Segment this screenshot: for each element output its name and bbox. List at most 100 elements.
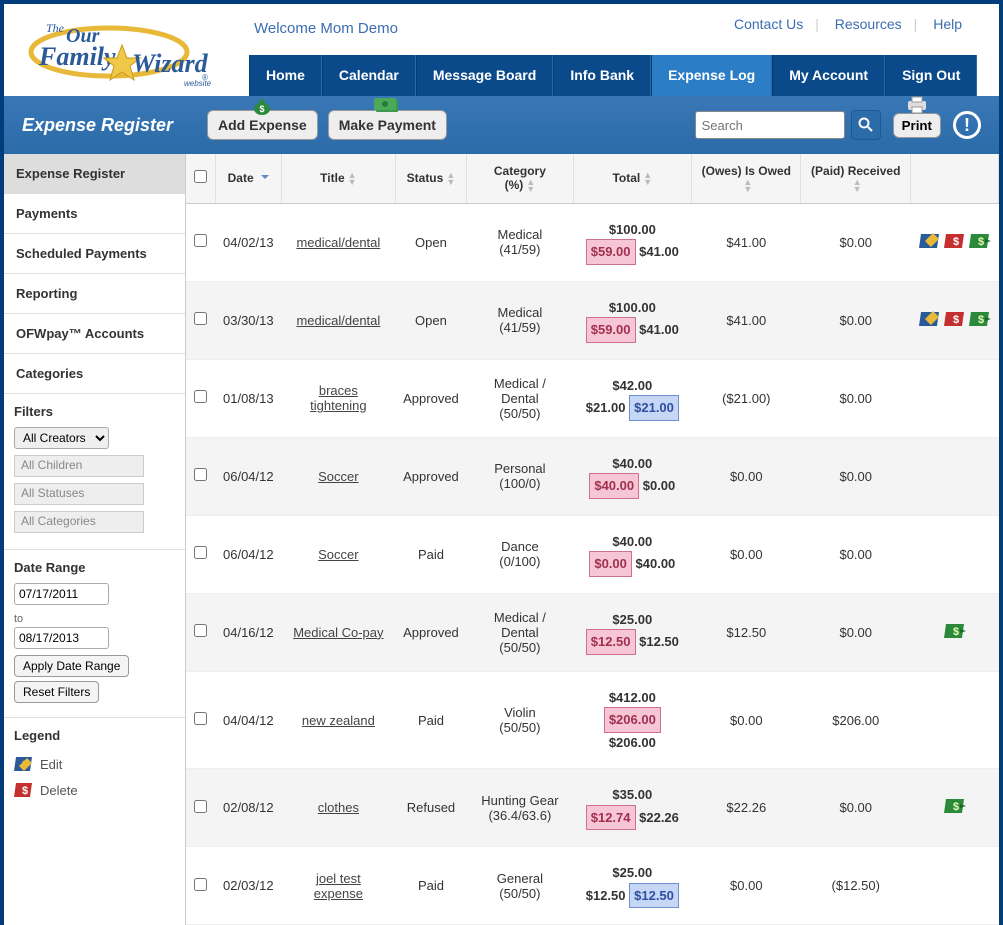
nav-calendar[interactable]: Calendar <box>322 55 416 96</box>
expense-title-link[interactable]: clothes <box>318 800 359 815</box>
sidebar-item-ofwpay-accounts[interactable]: OFWpay™ Accounts <box>4 314 185 354</box>
add-expense-button[interactable]: $ Add Expense <box>207 110 318 140</box>
expense-title-link[interactable]: joel test expense <box>314 871 363 901</box>
contact-link[interactable]: Contact Us <box>722 16 815 32</box>
sidebar-item-reporting[interactable]: Reporting <box>4 274 185 314</box>
make-payment-button[interactable]: Make Payment <box>328 110 447 140</box>
sidebar-item-scheduled-payments[interactable]: Scheduled Payments <box>4 234 185 274</box>
cell-actions: $$$ <box>911 203 999 281</box>
date-from-input[interactable] <box>14 583 109 605</box>
alert-icon[interactable]: ! <box>953 111 981 139</box>
cell-actions: $ <box>911 593 999 671</box>
categories-filter[interactable]: All Categories <box>14 511 144 533</box>
reset-filters-button[interactable]: Reset Filters <box>14 681 99 703</box>
cell-total: $25.00$12.50 $12.50 <box>573 847 692 925</box>
row-checkbox[interactable] <box>194 390 207 403</box>
table-row: 04/16/12Medical Co-payApprovedMedical / … <box>186 593 999 671</box>
cell-date: 03/30/13 <box>215 281 282 359</box>
cell-date: 04/02/13 <box>215 203 282 281</box>
statuses-filter[interactable]: All Statuses <box>14 483 144 505</box>
to-label: to <box>14 613 175 625</box>
expense-title-link[interactable]: Soccer <box>318 469 358 484</box>
delete-icon[interactable]: $ <box>944 231 966 254</box>
delete-icon[interactable]: $ <box>944 309 966 332</box>
table-row: 03/30/13medical/dentalOpenMedical(41/59)… <box>186 281 999 359</box>
row-checkbox[interactable] <box>194 234 207 247</box>
pay-icon[interactable]: $ <box>944 796 966 819</box>
table-row: 02/03/12joel test expensePaidGeneral(50/… <box>186 847 999 925</box>
expense-title-link[interactable]: new zealand <box>302 713 375 728</box>
col-category-[interactable]: Category(%)▲▼ <box>467 154 573 203</box>
col--owes-is-owed[interactable]: (Owes) Is Owed▲▼ <box>692 154 801 203</box>
search-input[interactable] <box>695 111 845 139</box>
legend-heading: Legend <box>14 728 175 743</box>
nav-message-board[interactable]: Message Board <box>416 55 553 96</box>
col-blank <box>911 154 999 203</box>
row-checkbox[interactable] <box>194 624 207 637</box>
row-checkbox[interactable] <box>194 878 207 891</box>
expense-title-link[interactable]: medical/dental <box>296 313 380 328</box>
children-filter[interactable]: All Children <box>14 455 144 477</box>
edit-icon[interactable]: $ <box>919 309 941 332</box>
cash-icon <box>374 96 400 117</box>
nav-sign-out[interactable]: Sign Out <box>885 55 977 96</box>
nav-expense-log[interactable]: Expense Log <box>651 55 772 96</box>
main-nav: HomeCalendarMessage BoardInfo BankExpens… <box>249 55 977 96</box>
cell-total: $40.00$0.00 $40.00 <box>573 515 692 593</box>
col-status[interactable]: Status▲▼ <box>395 154 467 203</box>
cell-date: 01/08/13 <box>215 359 282 437</box>
cell-date: 04/16/12 <box>215 593 282 671</box>
cell-actions <box>911 671 999 769</box>
print-button[interactable]: Print <box>893 113 941 138</box>
cell-paid: $0.00 <box>801 515 911 593</box>
pay-icon[interactable]: $ <box>969 309 991 332</box>
expense-title-link[interactable]: Soccer <box>318 547 358 562</box>
search-button[interactable] <box>851 110 881 140</box>
nav-my-account[interactable]: My Account <box>772 55 885 96</box>
row-checkbox[interactable] <box>194 712 207 725</box>
row-checkbox[interactable] <box>194 468 207 481</box>
col-date[interactable]: Date <box>215 154 282 203</box>
col-total[interactable]: Total▲▼ <box>573 154 692 203</box>
resources-link[interactable]: Resources <box>823 16 914 32</box>
row-checkbox[interactable] <box>194 800 207 813</box>
cell-total: $25.00$12.50 $12.50 <box>573 593 692 671</box>
svg-text:$: $ <box>953 314 959 326</box>
expense-title-link[interactable]: Medical Co-pay <box>293 625 383 640</box>
cell-category: Medical(41/59) <box>467 281 573 359</box>
pay-icon[interactable]: $ <box>944 621 966 644</box>
col-title[interactable]: Title▲▼ <box>282 154 396 203</box>
pay-icon[interactable]: $ <box>969 231 991 254</box>
money-bag-icon: $ <box>251 96 273 119</box>
sidebar-item-expense-register[interactable]: Expense Register <box>4 154 185 194</box>
cell-category: Medical / Dental(50/50) <box>467 593 573 671</box>
svg-text:$: $ <box>978 236 984 248</box>
table-row: 04/02/13medical/dentalOpenMedical(41/59)… <box>186 203 999 281</box>
cell-date: 04/04/12 <box>215 671 282 769</box>
logo: The Our Family Wizard ® website <box>14 10 234 90</box>
nav-info-bank[interactable]: Info Bank <box>553 55 651 96</box>
sidebar-item-payments[interactable]: Payments <box>4 194 185 234</box>
row-checkbox[interactable] <box>194 546 207 559</box>
edit-icon[interactable]: $ <box>919 231 941 254</box>
date-to-input[interactable] <box>14 627 109 649</box>
edit-icon: $ <box>14 755 34 773</box>
select-all-checkbox[interactable] <box>194 170 207 183</box>
creators-select[interactable]: All Creators <box>14 427 109 449</box>
cell-paid: ($12.50) <box>801 847 911 925</box>
table-row: 02/08/12clothesRefusedHunting Gear(36.4/… <box>186 769 999 847</box>
expense-title-link[interactable]: braces tightening <box>310 383 366 413</box>
apply-date-button[interactable]: Apply Date Range <box>14 655 129 677</box>
cell-category: Hunting Gear(36.4/63.6) <box>467 769 573 847</box>
cell-actions: $ <box>911 769 999 847</box>
nav-home[interactable]: Home <box>249 55 322 96</box>
cell-owes: $22.26 <box>692 769 801 847</box>
expense-title-link[interactable]: medical/dental <box>296 235 380 250</box>
col--paid-received[interactable]: (Paid) Received▲▼ <box>801 154 911 203</box>
legend-delete: $ Delete <box>14 777 175 803</box>
cell-status: Open <box>395 203 467 281</box>
sidebar-item-categories[interactable]: Categories <box>4 354 185 394</box>
row-checkbox[interactable] <box>194 312 207 325</box>
welcome-text: Welcome Mom Demo <box>254 20 398 37</box>
help-link[interactable]: Help <box>921 16 974 32</box>
